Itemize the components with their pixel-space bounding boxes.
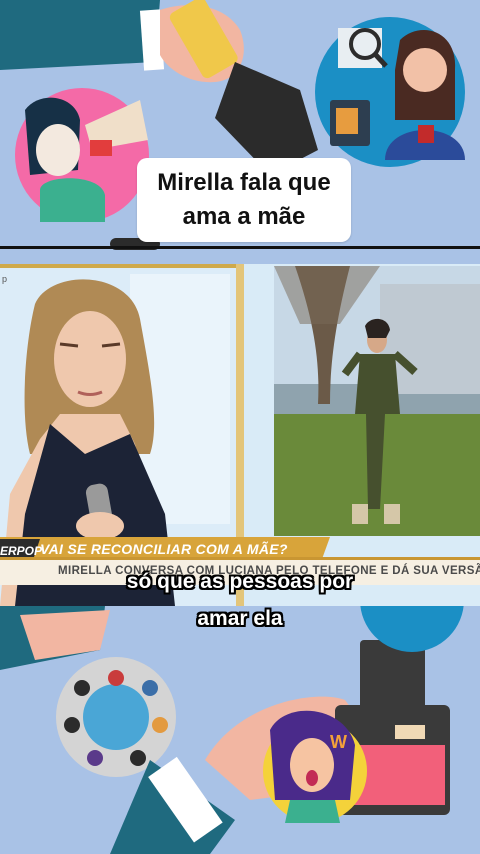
channel-tag: p [2,274,8,284]
program-logo: ERPOP [0,544,43,558]
lower-third-headline: VAI SE RECONCILIAR COM A MÃE? [40,541,288,557]
woman-megaphone-illustration [15,88,149,222]
subtitle-line-1: só que as pessoas por [126,570,354,593]
news-reporter-illustration [315,17,465,167]
headline-line-1: Mirella fala que [157,169,331,196]
svg-text:W: W [330,732,347,752]
divider-line [0,246,480,249]
headline-card: Mirella fala que ama a mãe [137,158,351,242]
subtitle-line-2: amar ela [197,607,283,630]
meeting-table-illustration [56,657,176,777]
headline-line-2: ama a mãe [182,203,306,230]
